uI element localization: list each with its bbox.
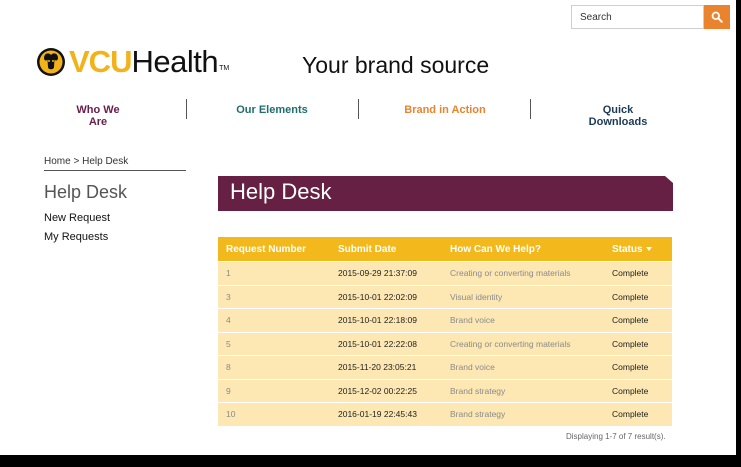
table-row[interactable]: 5 2015-10-01 22:22:08 Creating or conver…: [218, 332, 672, 355]
table-header-row: Request Number Submit Date How Can We He…: [218, 237, 672, 261]
cell-help-topic: Brand strategy: [442, 379, 604, 402]
breadcrumb-current: Help Desk: [82, 156, 129, 167]
cell-status: Complete: [604, 403, 672, 426]
cell-help-topic: Brand voice: [442, 309, 604, 332]
nav-quick-downloads[interactable]: Quick Downloads: [572, 104, 664, 128]
results-count: Displaying 1-7 of 7 result(s).: [566, 432, 666, 441]
cell-submit-date: 2015-09-29 21:37:09: [330, 262, 442, 285]
cell-submit-date: 2016-01-19 22:45:43: [330, 403, 442, 426]
vcu-health-logo[interactable]: VCU Health TM: [36, 46, 229, 78]
page: VCU Health TM Your brand source Who We A…: [0, 0, 736, 455]
cell-status: Complete: [604, 379, 672, 402]
cell-help-topic: Visual identity: [442, 285, 604, 308]
nav-divider: [358, 99, 359, 119]
cell-submit-date: 2015-10-01 22:22:08: [330, 332, 442, 355]
breadcrumb-home[interactable]: Home: [44, 156, 71, 167]
tagline: Your brand source: [302, 52, 490, 78]
nav-our-elements[interactable]: Our Elements: [236, 104, 308, 116]
cell-request-number[interactable]: 4: [218, 309, 330, 332]
table-row[interactable]: 1 2015-09-29 21:37:09 Creating or conver…: [218, 262, 672, 285]
cell-status: Complete: [604, 309, 672, 332]
cell-status: Complete: [604, 356, 672, 379]
search-box: [571, 5, 704, 29]
cell-status: Complete: [604, 262, 672, 285]
cell-request-number[interactable]: 5: [218, 332, 330, 355]
cell-request-number[interactable]: 3: [218, 285, 330, 308]
table-row[interactable]: 9 2015-12-02 00:22:25 Brand strategy Com…: [218, 379, 672, 402]
sidebar-link-new-request[interactable]: New Request: [44, 212, 110, 224]
nav-divider: [186, 99, 187, 119]
cell-status: Complete: [604, 332, 672, 355]
page-title-banner: Help Desk: [218, 176, 673, 211]
page-title: Help Desk: [230, 179, 332, 204]
logo-vcu-text: VCU: [69, 44, 132, 79]
magnifier-icon: [711, 11, 723, 23]
ram-head-logo-icon: [37, 48, 65, 76]
cell-help-topic: Brand strategy: [442, 403, 604, 426]
sidebar-link-my-requests[interactable]: My Requests: [44, 231, 108, 243]
cell-request-number[interactable]: 8: [218, 356, 330, 379]
table-row[interactable]: 10 2016-01-19 22:45:43 Brand strategy Co…: [218, 403, 672, 426]
cell-submit-date: 2015-10-01 22:18:09: [330, 309, 442, 332]
nav-who-we-are[interactable]: Who We Are: [66, 104, 130, 128]
cell-submit-date: 2015-12-02 00:22:25: [330, 379, 442, 402]
search-button[interactable]: [704, 5, 730, 29]
breadcrumb-divider: [44, 170, 186, 171]
trademark-mark: TM: [219, 65, 230, 72]
cell-help-topic: Creating or converting materials: [442, 332, 604, 355]
breadcrumb-separator: >: [73, 156, 80, 167]
cell-request-number[interactable]: 9: [218, 379, 330, 402]
col-status[interactable]: Status: [604, 237, 672, 261]
cell-submit-date: 2015-11-20 23:05:21: [330, 356, 442, 379]
logo-health-text: Health: [131, 44, 219, 79]
cell-request-number[interactable]: 10: [218, 403, 330, 426]
col-status-label: Status: [612, 243, 643, 255]
breadcrumb: Home > Help Desk: [44, 156, 128, 167]
nav-divider: [530, 99, 531, 119]
requests-table: Request Number Submit Date How Can We He…: [218, 236, 672, 427]
cell-help-topic: Brand voice: [442, 356, 604, 379]
cell-status: Complete: [604, 285, 672, 308]
col-how-can-we-help[interactable]: How Can We Help?: [442, 237, 604, 261]
table-row[interactable]: 4 2015-10-01 22:18:09 Brand voice Comple…: [218, 309, 672, 332]
search-input[interactable]: [572, 6, 704, 28]
cell-request-number[interactable]: 1: [218, 262, 330, 285]
table-row[interactable]: 3 2015-10-01 22:02:09 Visual identity Co…: [218, 285, 672, 308]
col-request-number[interactable]: Request Number: [218, 237, 330, 261]
cell-submit-date: 2015-10-01 22:02:09: [330, 285, 442, 308]
cell-help-topic: Creating or converting materials: [442, 262, 604, 285]
col-submit-date[interactable]: Submit Date: [330, 237, 442, 261]
sidebar-title: Help Desk: [44, 182, 128, 202]
table-row[interactable]: 8 2015-11-20 23:05:21 Brand voice Comple…: [218, 356, 672, 379]
sort-caret-icon: [645, 246, 652, 251]
nav-brand-in-action[interactable]: Brand in Action: [404, 104, 486, 116]
